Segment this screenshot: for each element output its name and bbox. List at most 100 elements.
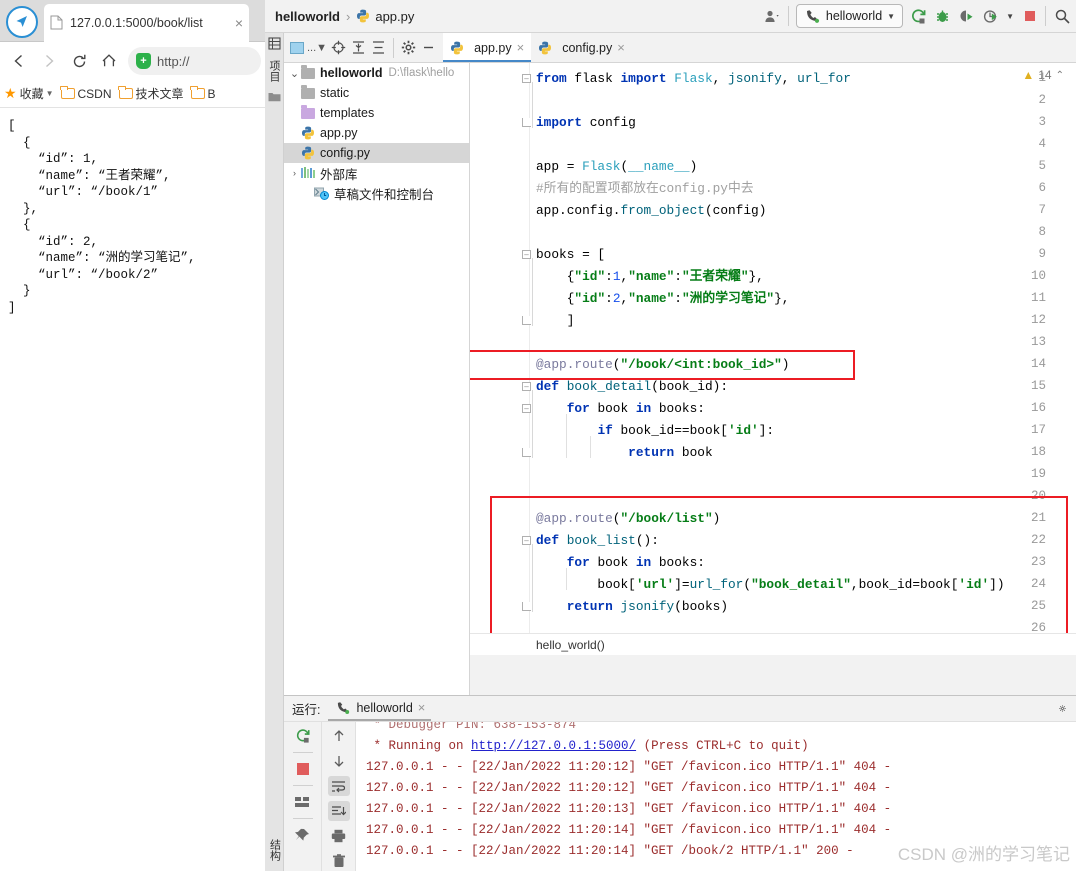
close-icon[interactable]: × [517, 40, 525, 55]
account-icon[interactable] [764, 8, 781, 25]
code-line[interactable]: def book_detail(book_id): [536, 376, 728, 398]
search-icon[interactable] [1053, 8, 1070, 25]
layout-icon[interactable] [292, 792, 314, 812]
code-line[interactable]: books = [ [536, 244, 605, 266]
code-line[interactable]: from flask import Flask, jsonify, url_fo… [536, 68, 851, 90]
folder-icon [190, 85, 205, 99]
line-number: 26 [1030, 621, 1046, 633]
code-line[interactable]: for book in books: [536, 398, 705, 420]
code-line[interactable]: import config [536, 112, 636, 134]
close-icon[interactable]: × [617, 40, 625, 55]
folder-icon [301, 84, 315, 99]
tree-node-helloworld[interactable]: ⌄ helloworld D:\flask\hello [284, 63, 469, 83]
bookmark-favorites[interactable]: ★ 收藏 ▼ [4, 85, 54, 102]
folder-icon[interactable] [268, 91, 281, 105]
project-tool-window-icon[interactable] [267, 37, 281, 53]
scroll-down-icon[interactable] [328, 751, 350, 771]
close-icon[interactable]: × [418, 700, 426, 715]
code-line[interactable]: app.config.from_object(config) [536, 200, 766, 222]
locate-icon[interactable] [330, 39, 347, 56]
breadcrumb-project[interactable]: helloworld [275, 9, 340, 24]
code-line[interactable]: if book_id==book['id']: [536, 420, 774, 442]
run-tab-label: helloworld [356, 700, 413, 715]
close-icon[interactable]: × [231, 15, 243, 31]
chevron-down-icon[interactable]: ⌄ [288, 67, 301, 80]
structure-tool-window-label[interactable]: 结构 [267, 839, 283, 861]
tree-node-[interactable]: 草稿文件和控制台 [284, 183, 469, 203]
code-line[interactable]: #所有的配置项都放在config.py中去 [536, 178, 754, 200]
pin-icon[interactable] [292, 825, 314, 845]
address-bar[interactable]: + http:// [128, 47, 261, 75]
clear-all-icon[interactable] [328, 851, 350, 871]
run-tab-helloworld[interactable]: helloworld × [328, 696, 432, 721]
forward-button[interactable] [34, 46, 64, 76]
print-icon[interactable] [328, 826, 350, 846]
code-line[interactable]: for book in books: [536, 552, 705, 574]
expand-all-icon[interactable] [370, 39, 387, 56]
run-configuration-selector[interactable]: helloworld ▼ [795, 4, 904, 28]
profile-icon[interactable] [982, 8, 999, 25]
soft-wrap-icon[interactable] [327, 776, 350, 796]
code-fold-icon[interactable]: – [522, 404, 531, 413]
stop-icon[interactable] [292, 759, 314, 779]
code-fold-icon[interactable] [522, 118, 531, 127]
tree-node-[interactable]: › 外部库 [284, 163, 469, 183]
stop-icon[interactable] [1021, 8, 1038, 25]
breadcrumb-file[interactable]: app.py [356, 9, 414, 24]
code-line[interactable]: ] [536, 310, 575, 332]
code-line[interactable]: {"id":1,"name":"王者荣耀"}, [536, 266, 764, 288]
select-opened-file-icon[interactable] [290, 41, 304, 54]
debug-icon[interactable] [934, 8, 951, 25]
bookmark-tech-articles[interactable]: 技术文章 [118, 85, 184, 102]
gear-icon[interactable] [1059, 700, 1076, 717]
project-tool-window-label[interactable]: 项目 [266, 60, 282, 82]
hide-icon[interactable] [420, 39, 437, 56]
tree-node-config-py[interactable]: config.py [284, 143, 469, 163]
code-line[interactable]: @app.route("/book/list") [536, 508, 720, 530]
code-fold-icon[interactable]: – [522, 74, 531, 83]
run-coverage-icon[interactable] [958, 8, 975, 25]
more-options-icon[interactable]: ...▼ [307, 42, 327, 54]
bookmark-b[interactable]: B [190, 85, 216, 101]
editor-gutter[interactable] [470, 63, 530, 633]
code-line[interactable]: return jsonify(books) [536, 596, 728, 618]
rerun-icon[interactable] [292, 726, 314, 746]
tree-node-static[interactable]: static [284, 83, 469, 103]
scroll-to-end-icon[interactable] [327, 801, 350, 821]
gear-icon[interactable] [400, 39, 417, 56]
code-fold-icon[interactable]: – [522, 250, 531, 259]
server-url-link[interactable]: http://127.0.0.1:5000/ [471, 739, 636, 753]
code-line[interactable]: {"id":2,"name":"洲的学习笔记"}, [536, 288, 790, 310]
breadcrumb-function[interactable]: hello_world() [536, 638, 605, 652]
code-line[interactable]: @app.route("/book/<int:book_id>") [536, 354, 789, 376]
scroll-up-icon[interactable] [328, 726, 350, 746]
code-fold-icon[interactable] [522, 448, 531, 457]
tree-node-templates[interactable]: templates [284, 103, 469, 123]
bookmark-csdn[interactable]: CSDN [60, 85, 112, 101]
code-editor[interactable]: ▲ 14 ⌃ 1– from flask import Flask, jsonif… [470, 63, 1076, 633]
chevron-down-icon[interactable]: ▼ [887, 12, 895, 21]
tree-node-app-py[interactable]: app.py [284, 123, 469, 143]
code-fold-icon[interactable] [522, 602, 531, 611]
code-line[interactable]: app = Flask(__name__) [536, 156, 697, 178]
tab-config-py[interactable]: config.py × [531, 33, 632, 62]
console-output[interactable]: * Debugger PIN: 638-153-874 * Running on… [356, 722, 1076, 871]
code-fold-icon[interactable]: – [522, 382, 531, 391]
home-button[interactable] [94, 46, 124, 76]
back-button[interactable] [4, 46, 34, 76]
tree-node-label: templates [320, 106, 375, 120]
code-line[interactable]: return book [536, 442, 712, 464]
run-icon[interactable] [910, 8, 927, 25]
reload-button[interactable] [64, 46, 94, 76]
collapse-all-icon[interactable] [350, 39, 367, 56]
browser-tab[interactable]: 127.0.0.1:5000/book/list × [44, 4, 249, 42]
chevron-right-icon[interactable]: › [288, 168, 301, 178]
code-fold-icon[interactable] [522, 316, 531, 325]
code-line[interactable]: def book_list(): [536, 530, 659, 552]
tab-app-py[interactable]: app.py × [443, 33, 532, 62]
chevron-down-icon[interactable]: ▼ [46, 89, 54, 98]
chevron-down-icon[interactable]: ▼ [1006, 12, 1014, 21]
code-line[interactable]: book['url']=url_for("book_detail",book_i… [536, 574, 1004, 596]
code-fold-icon[interactable]: – [522, 536, 531, 545]
chevron-up-icon[interactable]: ⌃ [1056, 70, 1064, 81]
